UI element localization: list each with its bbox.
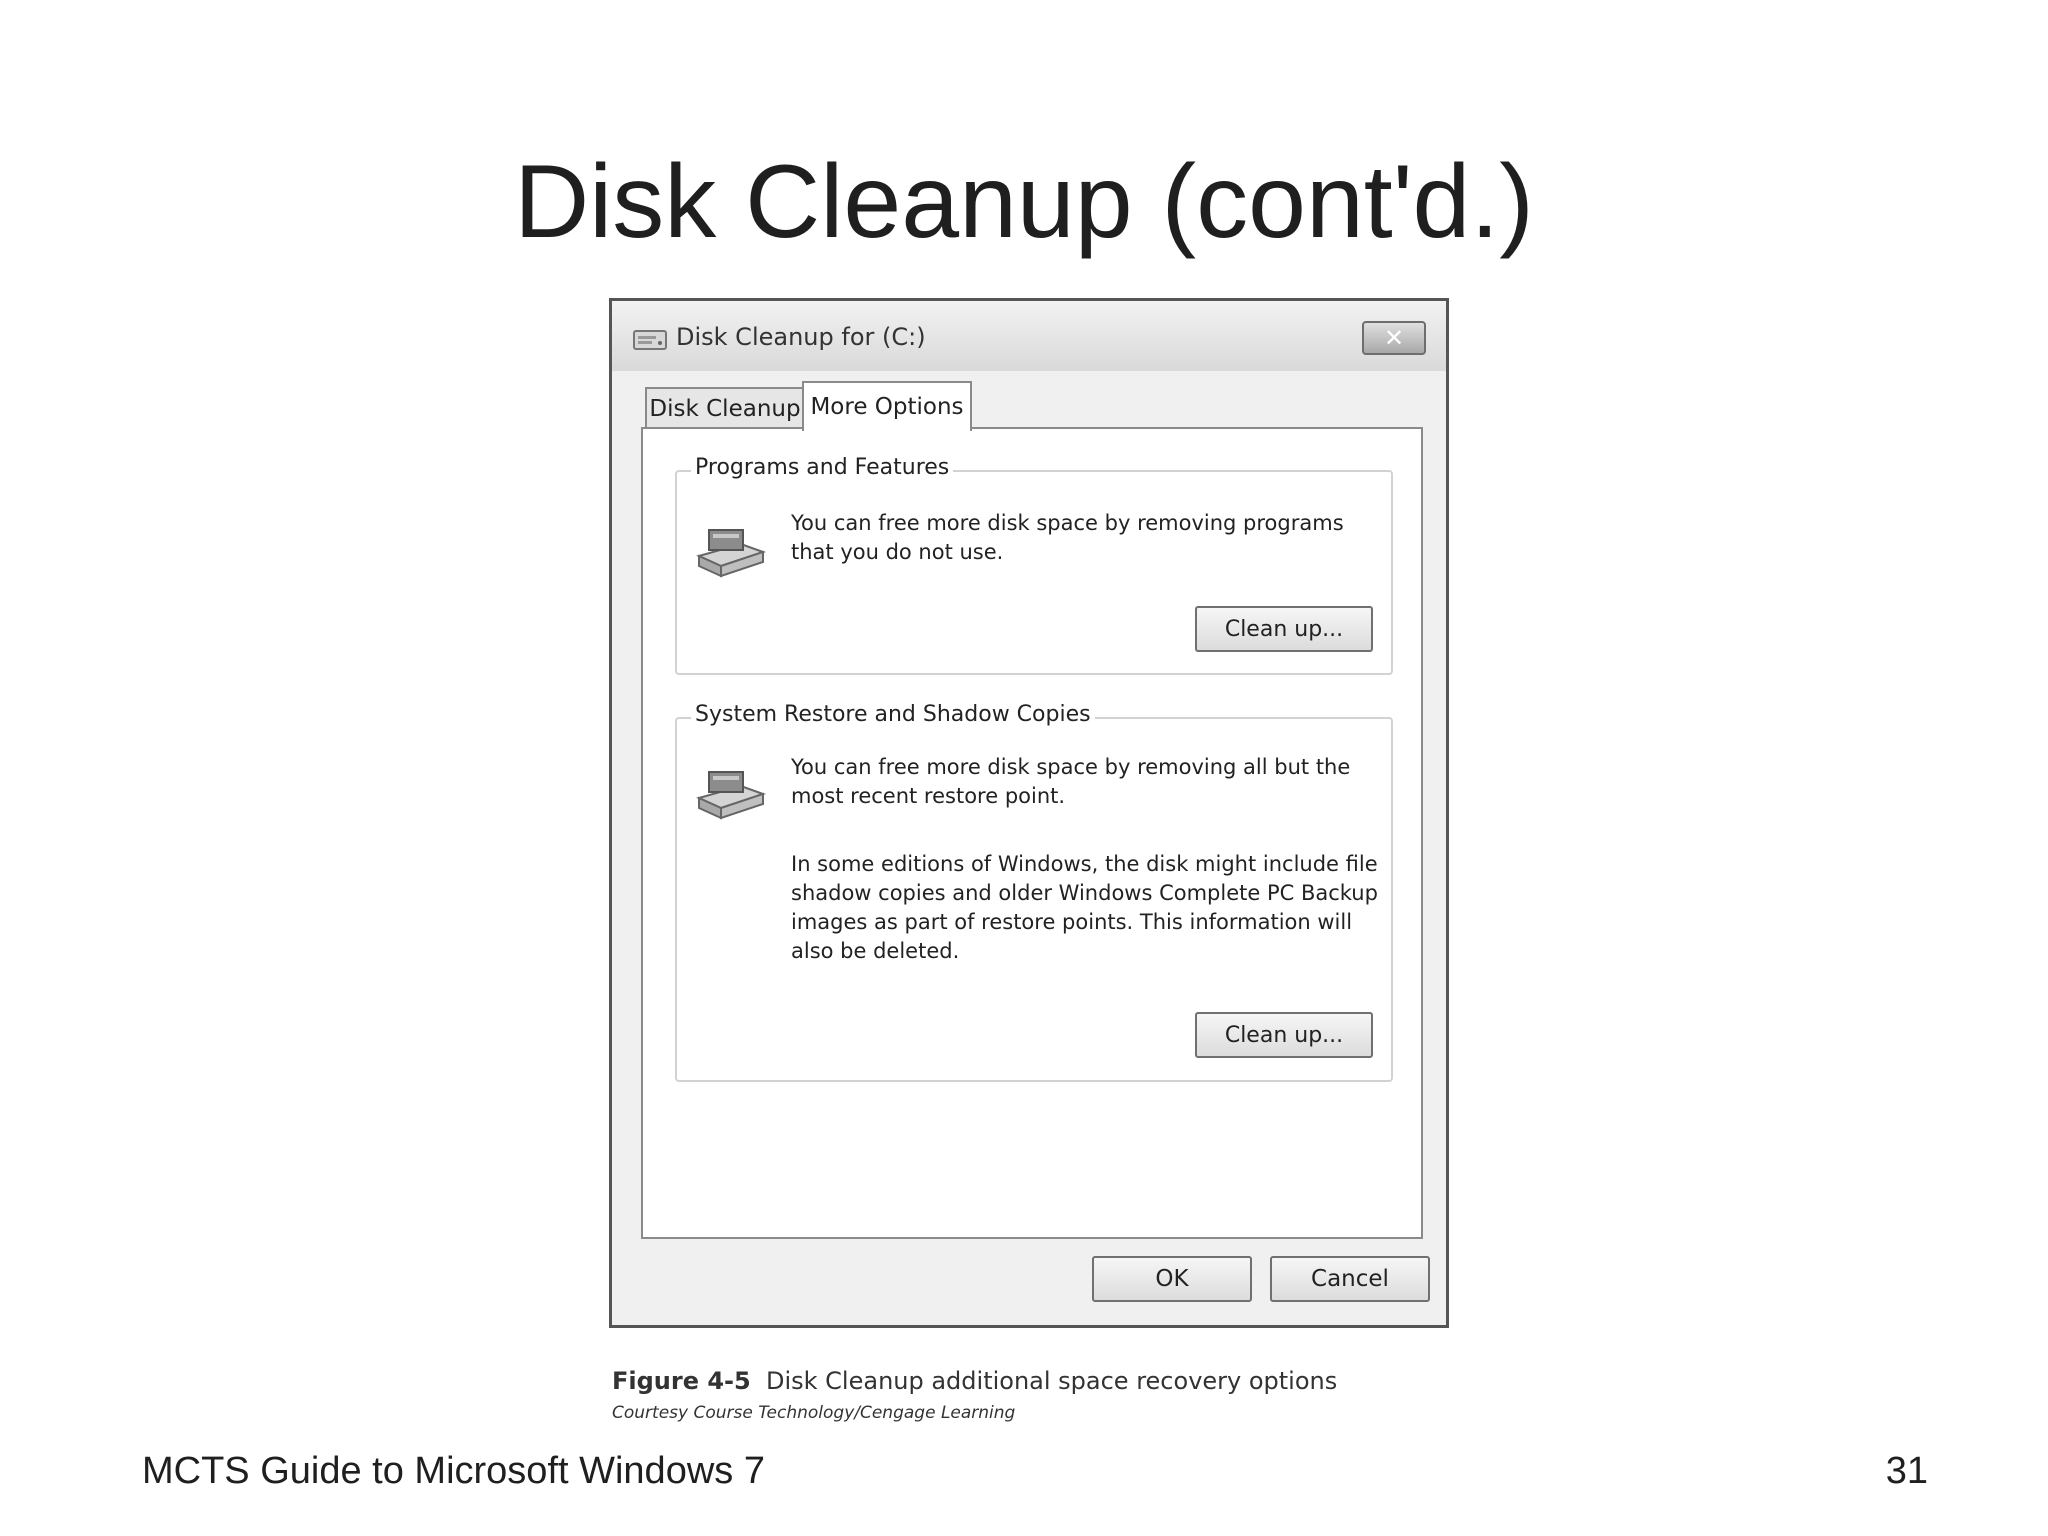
disk-cleanup-dialog: Disk Cleanup for (C:) ✕ Disk Cleanup Mor… [609,298,1449,1328]
drive-icon [633,330,667,350]
programs-description: You can free more disk space by removing… [791,511,1344,564]
slide-title: Disk Cleanup (cont'd.) [514,144,1534,260]
programs-and-features-group: Programs and Features You can free more … [675,455,1393,675]
figure-label: Figure 4-5 [612,1367,751,1395]
figure-caption: Figure 4-5 Disk Cleanup additional space… [612,1367,1337,1395]
dialog-titlebar[interactable]: Disk Cleanup for (C:) ✕ [612,301,1446,371]
group-title: Programs and Features [691,455,954,480]
restore-description: You can free more disk space by removing… [791,755,1351,808]
cancel-button[interactable]: Cancel [1270,1256,1430,1302]
tab-disk-cleanup[interactable]: Disk Cleanup [645,387,805,429]
system-restore-group: System Restore and Shadow Copies You can… [675,702,1393,1082]
programs-clean-up-button[interactable]: Clean up... [1195,606,1373,652]
footer-course-title: MCTS Guide to Microsoft Windows 7 [142,1450,765,1492]
close-button[interactable]: ✕ [1362,321,1426,355]
figure-caption-text: Disk Cleanup additional space recovery o… [765,1367,1338,1395]
restore-drive-icon [696,771,767,820]
shadow-copies-description: In some editions of Windows, the disk mi… [791,852,1378,963]
page-number: 31 [1885,1450,1928,1492]
programs-drive-icon [696,529,767,578]
close-icon: ✕ [1383,324,1405,352]
restore-clean-up-button[interactable]: Clean up... [1195,1012,1373,1058]
tab-more-options[interactable]: More Options [802,381,972,431]
dialog-title: Disk Cleanup for (C:) [676,323,926,351]
figure-courtesy: Courtesy Course Technology/Cengage Learn… [612,1403,1016,1423]
more-options-panel: Programs and Features You can free more … [641,427,1423,1239]
group-title: System Restore and Shadow Copies [691,702,1095,727]
ok-button[interactable]: OK [1092,1256,1252,1302]
